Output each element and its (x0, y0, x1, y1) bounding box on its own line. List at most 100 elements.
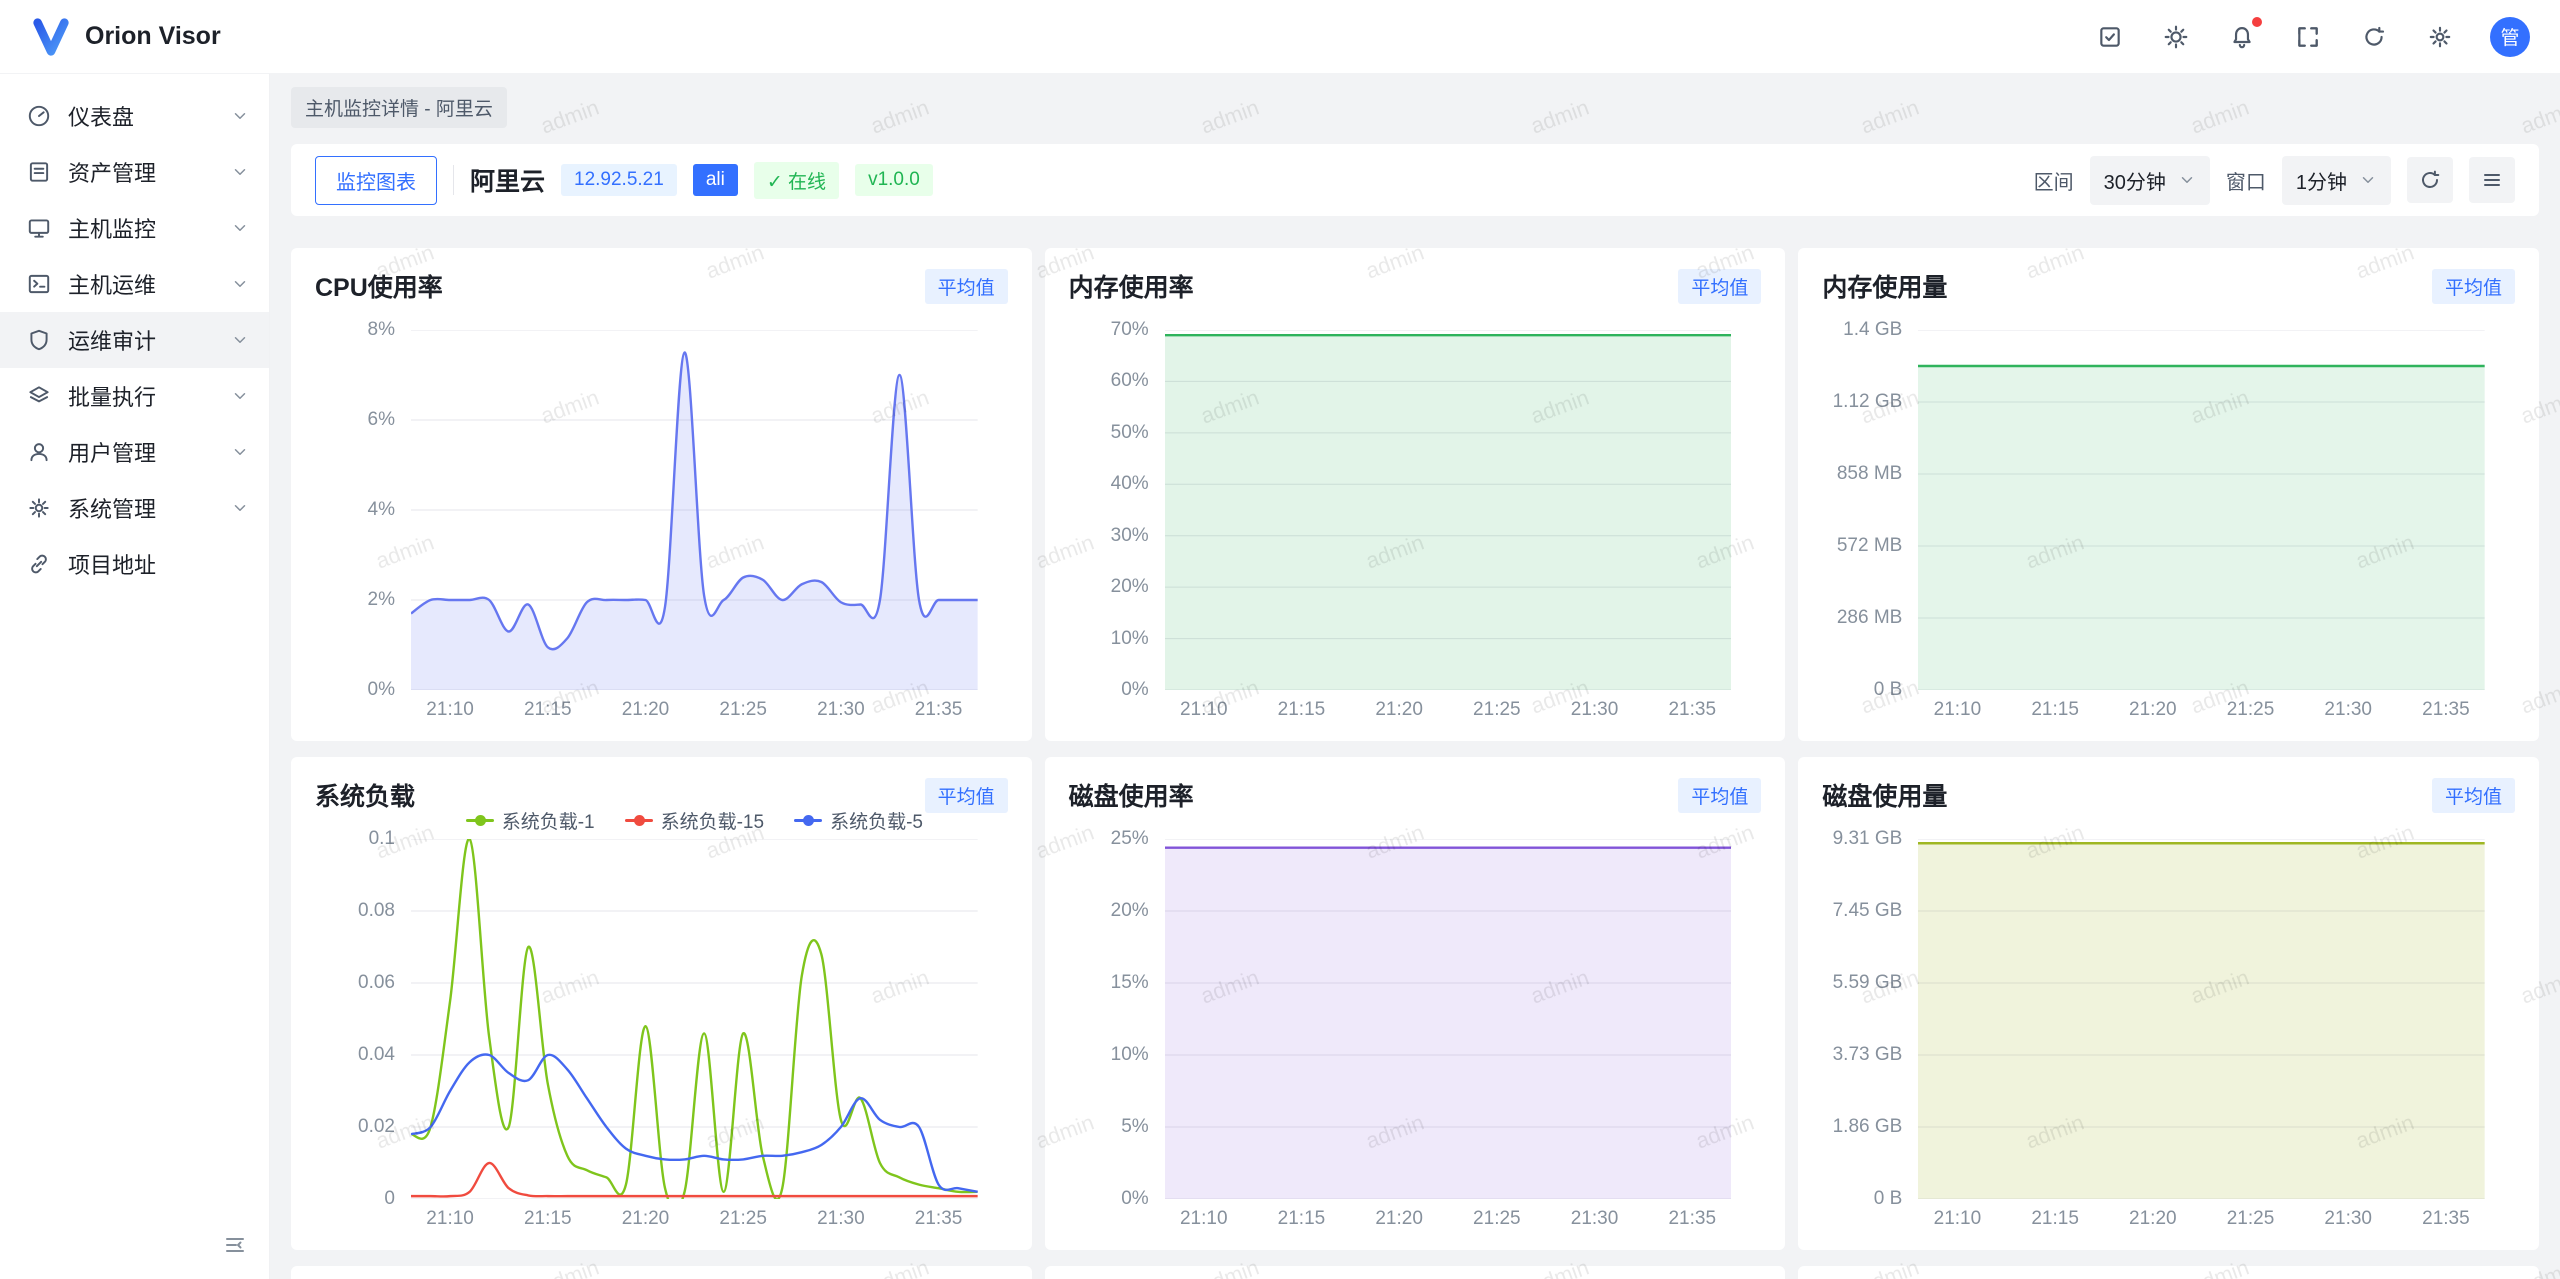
avg-badge: 平均值 (1678, 269, 1761, 304)
settings-icon[interactable] (2414, 11, 2466, 63)
chart-plot[interactable]: 21:1021:1521:2021:2521:3021:35 系统负载-1系统负… (411, 839, 978, 1236)
chart-card-memory-usage-pct: 内存使用率 平均值 70%60%50%40%30%20%10%0% 21:102… (1045, 248, 1786, 741)
sidebar-item-user-mgmt[interactable]: 用户管理 (0, 424, 269, 480)
legend-label: 系统负载-1 (502, 807, 595, 834)
check-square-icon[interactable] (2084, 11, 2136, 63)
chart-title: CPU使用率 (315, 268, 443, 304)
chart-grid: CPU使用率 平均值 8%6%4%2%0% 21:1021:1521:2021:… (291, 248, 2539, 1279)
x-tick-label: 21:30 (1571, 1208, 1619, 1230)
y-axis-labels: 9.31 GB7.45 GB5.59 GB3.73 GB1.86 GB0 B (1822, 839, 1918, 1199)
y-tick-label: 25% (1111, 828, 1149, 850)
menu-fold-icon[interactable] (215, 1225, 255, 1265)
chevron-down-icon (2359, 171, 2377, 189)
chart-plot[interactable]: 21:1021:1521:2021:2521:3021:35 (1165, 330, 1732, 727)
avatar[interactable]: 管 (2490, 17, 2530, 57)
y-tick-label: 30% (1111, 525, 1149, 547)
host-toolbar: 监控图表 阿里云 12.92.5.21 ali ✓ 在线 v1.0.0 区间 3… (291, 144, 2539, 216)
sidebar-item-host-monitor[interactable]: 主机监控 (0, 200, 269, 256)
x-tick-label: 21:20 (622, 1208, 670, 1230)
chart-card-system-load: 系统负载 平均值 0.10.080.060.040.020 21:1021:15… (291, 757, 1032, 1250)
sidebar-item-assets[interactable]: 资产管理 (0, 144, 269, 200)
legend-marker-icon (794, 815, 822, 826)
sidebar: 仪表盘 资产管理 主机监控 主机运维 运维审计 批量执行 (0, 74, 270, 1279)
chart-plot[interactable]: 21:1021:1521:2021:2521:3021:35 (1165, 839, 1732, 1236)
user-icon (26, 439, 52, 465)
x-axis-labels: 21:1021:1521:2021:2521:3021:35 (1918, 1208, 2485, 1236)
chart-list-icon[interactable] (2469, 157, 2515, 203)
chart-plot[interactable]: 21:1021:1521:2021:2521:3021:35 (1918, 839, 2485, 1236)
y-tick-label: 60% (1111, 370, 1149, 392)
chart-plot[interactable]: 21:1021:1521:2021:2521:3021:35 (1918, 330, 2485, 727)
x-tick-label: 21:15 (524, 1208, 572, 1230)
y-tick-label: 1.86 GB (1833, 1116, 1903, 1138)
orion-visor-logo-icon (30, 16, 72, 58)
sidebar-item-project-link[interactable]: 项目地址 (0, 536, 269, 592)
host-monitor-icon (26, 215, 52, 241)
chart-plot[interactable]: 21:1021:1521:2021:2521:3021:35 (411, 330, 978, 727)
dashboard-icon (26, 103, 52, 129)
sidebar-item-label: 系统管理 (68, 492, 215, 524)
y-tick-label: 858 MB (1837, 463, 1902, 485)
y-tick-label: 5.59 GB (1833, 972, 1903, 994)
y-tick-label: 15% (1111, 972, 1149, 994)
sidebar-item-batch-exec[interactable]: 批量执行 (0, 368, 269, 424)
x-tick-label: 21:10 (1180, 699, 1228, 721)
x-tick-label: 21:30 (2324, 699, 2372, 721)
y-tick-label: 286 MB (1837, 607, 1902, 629)
legend-item[interactable]: 系统负载-1 (466, 807, 595, 834)
x-tick-label: 21:15 (2031, 1208, 2079, 1230)
avg-badge: 平均值 (1678, 778, 1761, 813)
y-tick-label: 572 MB (1837, 535, 1902, 557)
sidebar-item-label: 运维审计 (68, 324, 215, 356)
y-tick-label: 3.73 GB (1833, 1044, 1903, 1066)
y-tick-label: 0.02 (358, 1116, 395, 1138)
breadcrumb: 主机监控详情 - 阿里云 (291, 74, 2539, 128)
chevron-down-icon (231, 331, 249, 349)
x-tick-label: 21:35 (915, 699, 963, 721)
window-label: 窗口 (2226, 166, 2266, 195)
fullscreen-icon[interactable] (2282, 11, 2334, 63)
y-tick-label: 0% (1121, 1188, 1148, 1210)
host-ops-icon (26, 271, 52, 297)
notification-icon[interactable] (2216, 11, 2268, 63)
range-select[interactable]: 30分钟 (2090, 156, 2210, 205)
refresh-icon[interactable] (2348, 11, 2400, 63)
sidebar-item-ops-audit[interactable]: 运维审计 (0, 312, 269, 368)
chevron-down-icon (231, 107, 249, 125)
chevron-down-icon (2178, 171, 2196, 189)
brand[interactable]: Orion Visor (30, 16, 221, 58)
y-tick-label: 20% (1111, 576, 1149, 598)
chevron-down-icon (231, 499, 249, 517)
chevron-down-icon (231, 163, 249, 181)
tab-monitor-charts[interactable]: 监控图表 (315, 156, 437, 205)
x-tick-label: 21:10 (426, 1208, 474, 1230)
theme-icon[interactable] (2150, 11, 2202, 63)
x-tick-label: 21:20 (1375, 699, 1423, 721)
x-tick-label: 21:30 (1571, 699, 1619, 721)
x-axis-labels: 21:1021:1521:2021:2521:3021:35 (411, 699, 978, 727)
chart-title: 内存使用率 (1069, 268, 1194, 304)
x-tick-label: 21:10 (1934, 1208, 1982, 1230)
y-tick-label: 2% (368, 589, 395, 611)
y-tick-label: 10% (1111, 628, 1149, 650)
sidebar-item-dashboard[interactable]: 仪表盘 (0, 88, 269, 144)
legend-label: 系统负载-15 (661, 807, 764, 834)
y-tick-label: 4% (368, 499, 395, 521)
y-tick-label: 0.06 (358, 972, 395, 994)
legend-marker-icon (625, 815, 653, 826)
x-tick-label: 21:30 (817, 699, 865, 721)
sidebar-item-label: 批量执行 (68, 380, 215, 412)
legend-item[interactable]: 系统负载-5 (794, 807, 923, 834)
legend-item[interactable]: 系统负载-15 (625, 807, 764, 834)
window-select[interactable]: 1分钟 (2282, 156, 2391, 205)
breadcrumb-item[interactable]: 主机监控详情 - 阿里云 (291, 87, 507, 128)
y-tick-label: 5% (1121, 1116, 1148, 1138)
sidebar-item-host-ops[interactable]: 主机运维 (0, 256, 269, 312)
y-axis-labels: 1.4 GB1.12 GB858 MB572 MB286 MB0 B (1822, 330, 1918, 690)
x-tick-label: 21:35 (1668, 1208, 1716, 1230)
sidebar-item-system-mgmt[interactable]: 系统管理 (0, 480, 269, 536)
refresh-charts-icon[interactable] (2407, 157, 2453, 203)
link-icon (26, 551, 52, 577)
avg-badge: 平均值 (2432, 269, 2515, 304)
chart-title: 系统负载 (315, 777, 415, 813)
